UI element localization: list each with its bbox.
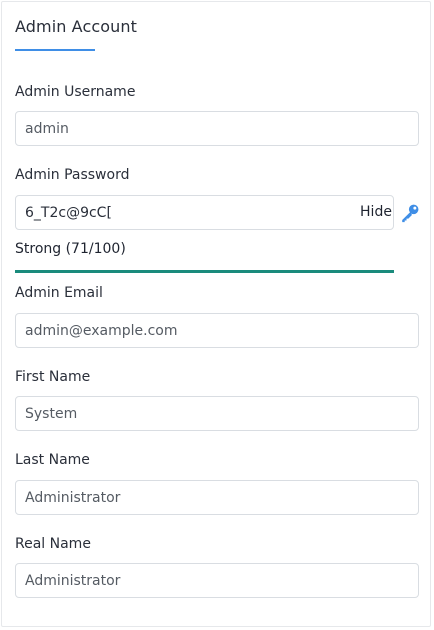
section-title: Admin Account [15,17,137,36]
admin-password-label: Admin Password [15,167,130,183]
first-name-input[interactable] [15,396,419,431]
key-icon[interactable] [399,202,421,224]
real-name-label: Real Name [15,536,91,552]
password-strength-text: Strong (71/100) [15,241,126,257]
password-strength-bar [15,270,394,273]
real-name-input[interactable] [15,563,419,598]
admin-username-input[interactable] [15,111,419,146]
hide-password-button[interactable]: Hide [352,196,400,229]
last-name-input[interactable] [15,480,419,515]
admin-password-input[interactable] [15,195,394,230]
password-strength-fill [15,270,394,273]
section-title-underline [15,49,95,51]
last-name-label: Last Name [15,452,90,468]
admin-email-label: Admin Email [15,285,103,301]
first-name-label: First Name [15,369,91,385]
admin-email-input[interactable] [15,313,419,348]
admin-username-label: Admin Username [15,84,136,100]
